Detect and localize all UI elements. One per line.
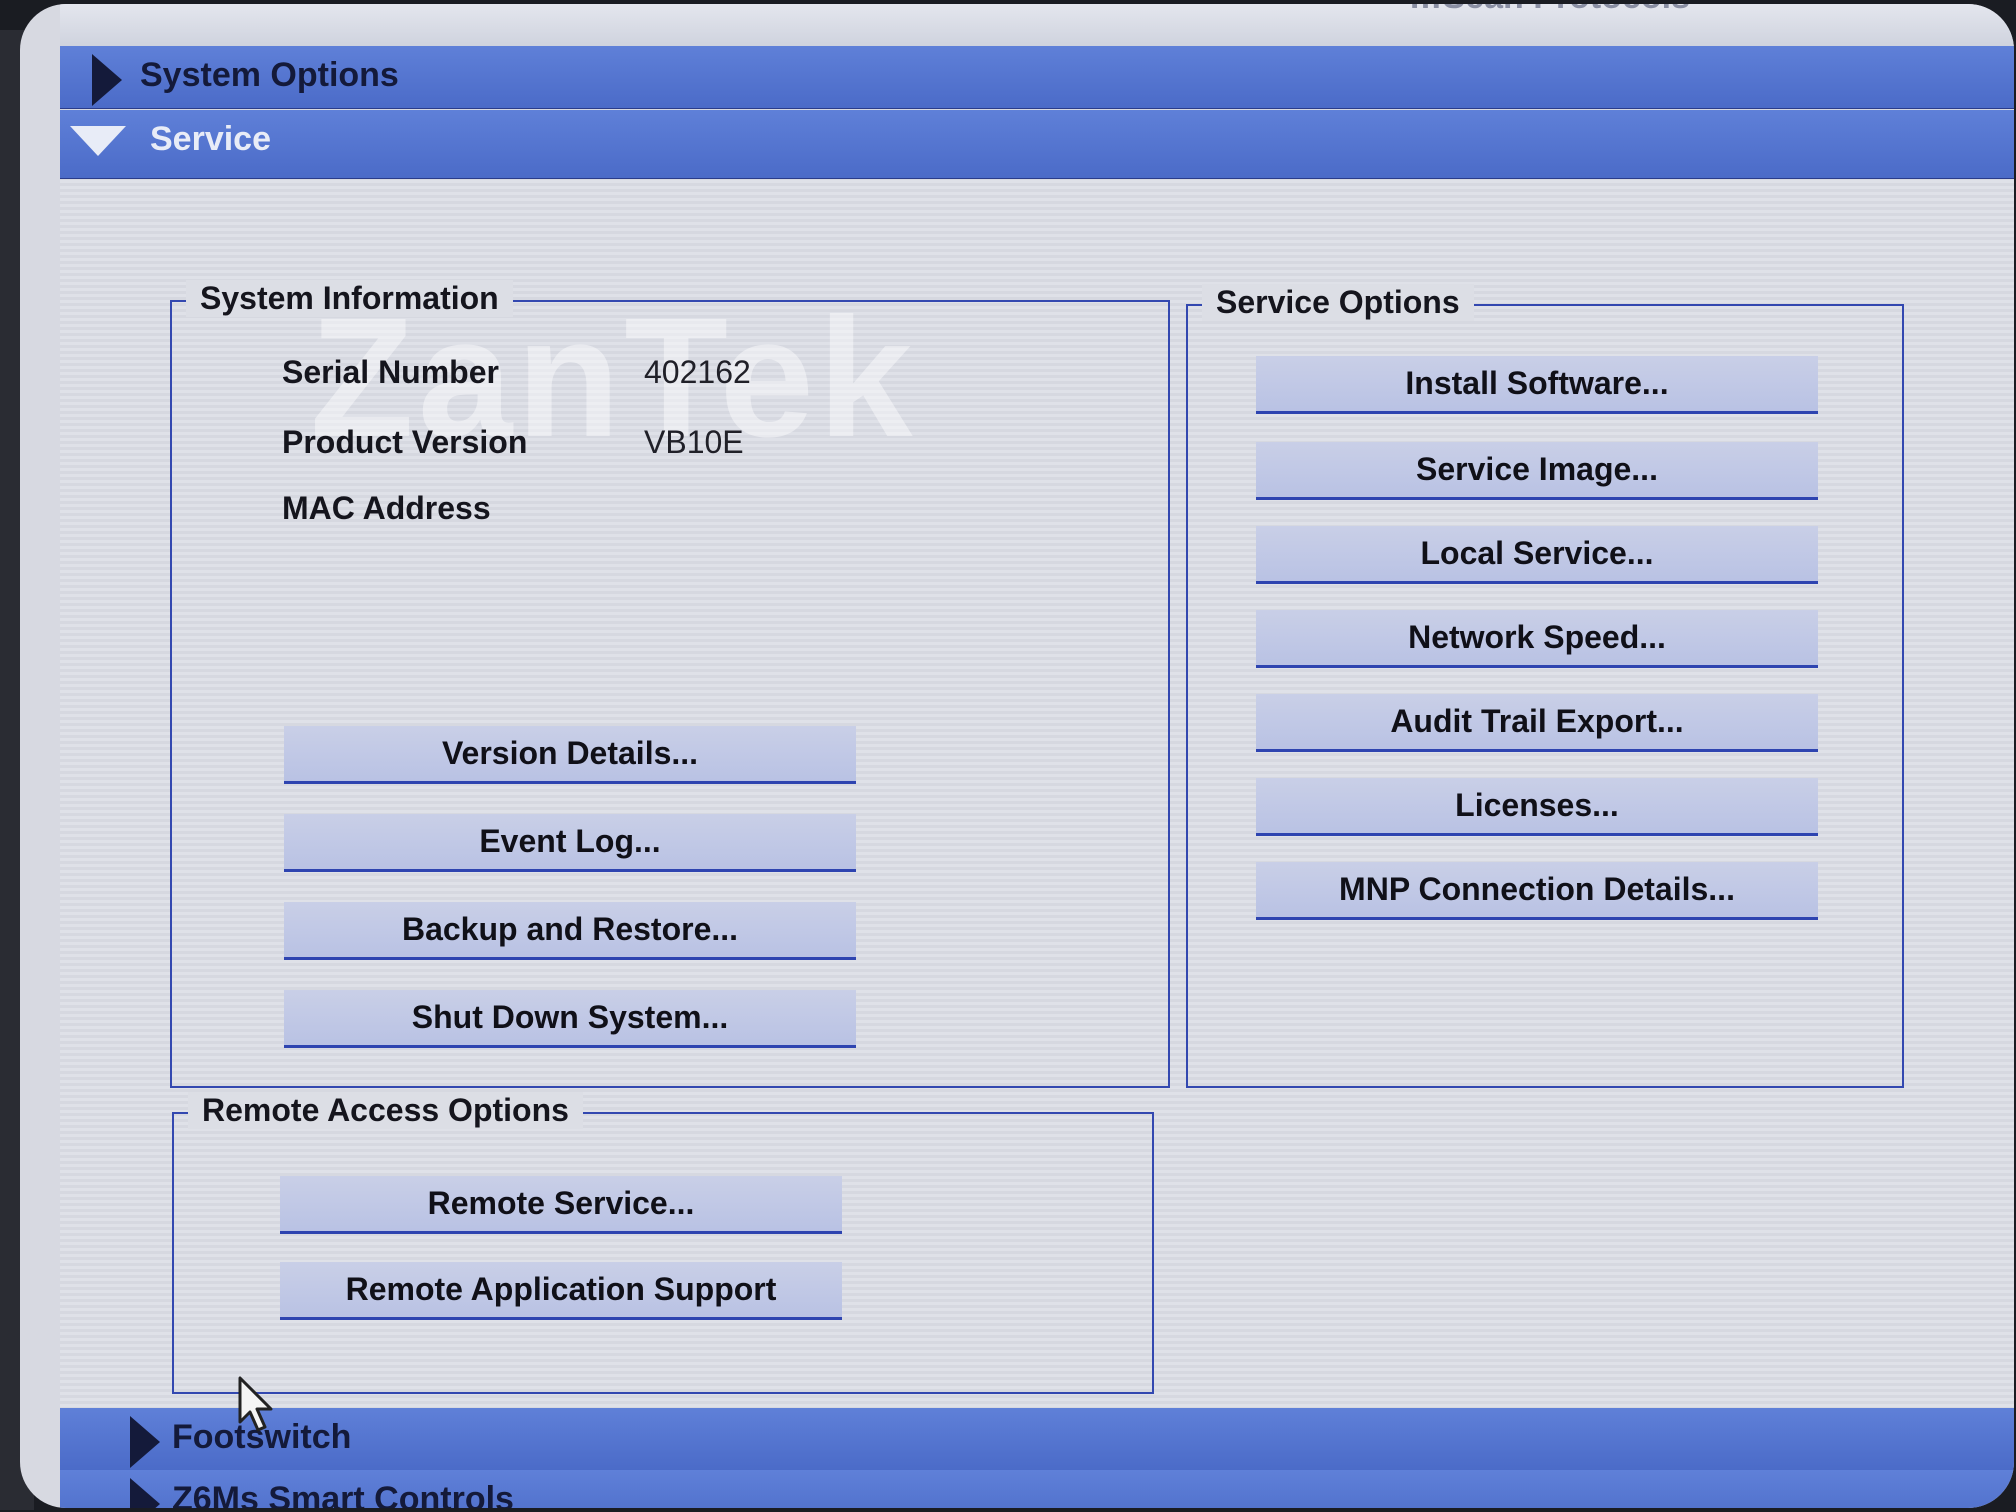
- event-log-button[interactable]: Event Log...: [284, 814, 856, 872]
- section-header-system-options[interactable]: System Options: [60, 46, 2014, 109]
- mac-address-label: MAC Address: [282, 490, 491, 526]
- serial-number-value: 402162: [644, 354, 751, 390]
- version-details-button[interactable]: Version Details...: [284, 726, 856, 784]
- section-header-smart-controls[interactable]: Z6Ms Smart Controls: [60, 1470, 2014, 1508]
- section-header-service[interactable]: Service: [60, 110, 2014, 179]
- remote-access-options-group: Remote Access Options Remote Service... …: [172, 1092, 1154, 1394]
- mouse-cursor-icon: [238, 1376, 273, 1432]
- shut-down-system-button[interactable]: Shut Down System...: [284, 990, 856, 1048]
- expand-arrow-icon: [130, 1416, 160, 1468]
- section-header-footswitch[interactable]: Footswitch: [60, 1408, 2014, 1471]
- expand-arrow-icon: [130, 1478, 160, 1508]
- expand-arrow-icon: [92, 54, 122, 106]
- system-information-title: System Information: [186, 280, 513, 317]
- collapse-arrow-icon: [70, 126, 126, 156]
- remote-application-support-button[interactable]: Remote Application Support: [280, 1262, 842, 1320]
- top-strip-faded-text: …Scan Protocols: [1408, 4, 1690, 17]
- serial-number-label: Serial Number: [282, 354, 499, 390]
- backup-restore-button[interactable]: Backup and Restore...: [284, 902, 856, 960]
- service-image-button[interactable]: Service Image...: [1256, 442, 1818, 500]
- service-options-title: Service Options: [1202, 284, 1474, 321]
- screen: …Scan Protocols System Options Service Z…: [20, 4, 2014, 1508]
- section-title-service: Service: [150, 120, 271, 158]
- local-service-button[interactable]: Local Service...: [1256, 526, 1818, 584]
- install-software-button[interactable]: Install Software...: [1256, 356, 1818, 414]
- remote-access-options-title: Remote Access Options: [188, 1092, 583, 1129]
- remote-service-button[interactable]: Remote Service...: [280, 1176, 842, 1234]
- section-title-smart-controls: Z6Ms Smart Controls: [172, 1480, 514, 1508]
- licenses-button[interactable]: Licenses...: [1256, 778, 1818, 836]
- service-panel: ZanTek System Information Serial Number …: [60, 180, 2014, 1408]
- section-title-system-options: System Options: [140, 56, 399, 94]
- network-speed-button[interactable]: Network Speed...: [1256, 610, 1818, 668]
- product-version-value: VB10E: [644, 424, 744, 460]
- audit-trail-export-button[interactable]: Audit Trail Export...: [1256, 694, 1818, 752]
- product-version-label: Product Version: [282, 424, 528, 460]
- mnp-connection-details-button[interactable]: MNP Connection Details...: [1256, 862, 1818, 920]
- service-options-group: Service Options Install Software... Serv…: [1186, 284, 1904, 1088]
- system-information-group: System Information Serial Number 402162 …: [170, 280, 1170, 1088]
- top-strip: …Scan Protocols: [60, 4, 2014, 49]
